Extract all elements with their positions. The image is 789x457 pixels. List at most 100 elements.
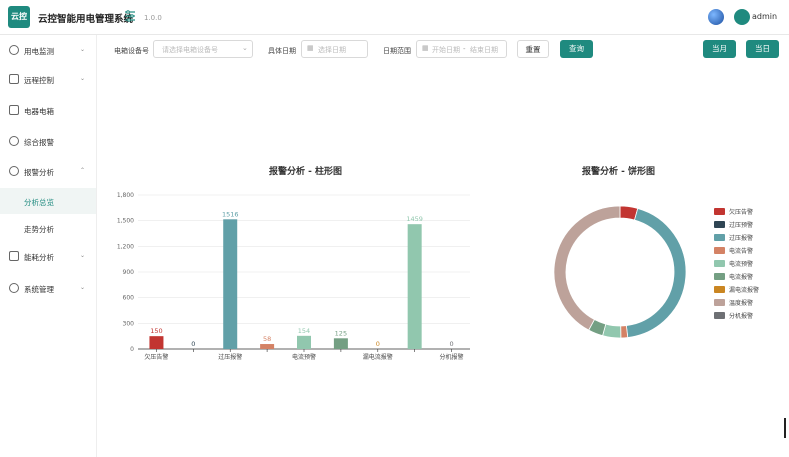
legend-swatch xyxy=(714,221,725,228)
legend-item[interactable]: 电流告警 xyxy=(714,245,784,256)
bar[interactable] xyxy=(333,338,348,349)
device-label: 电箱设备号 xyxy=(114,47,149,55)
chevron-down-icon: ⌄ xyxy=(80,252,86,259)
y-tick-label: 900 xyxy=(123,269,135,276)
alarm-icon xyxy=(9,136,19,146)
legend-item[interactable]: 分机报警 xyxy=(714,310,784,321)
sidebar: 用电监测 ⌄ 远程控制 ⌄ 电器电箱 综合报警 报警分析 ⌃ 分析总览 走势分析… xyxy=(0,35,97,457)
sidebar-item-devices[interactable]: 电器电箱 xyxy=(0,100,96,122)
legend-label: 过压报警 xyxy=(729,235,754,242)
bar-value-label: 0 xyxy=(191,340,195,348)
legend-item[interactable]: 欠压告警 xyxy=(714,206,784,217)
legend-swatch xyxy=(714,312,725,319)
monitor-icon xyxy=(9,45,19,55)
legend-swatch xyxy=(714,234,725,241)
sidebar-item-alarm-analysis[interactable]: 报警分析 ⌃ xyxy=(0,161,96,183)
date-range-picker[interactable]: ▦ 开始日期 - 结束日期 xyxy=(416,40,507,58)
legend-swatch xyxy=(714,299,725,306)
avatar[interactable] xyxy=(734,9,750,25)
y-tick-label: 300 xyxy=(123,320,135,327)
legend-label: 过压预警 xyxy=(729,222,754,229)
pie-chart xyxy=(553,205,687,339)
current-day-button[interactable]: 当日 xyxy=(746,40,779,58)
current-month-button[interactable]: 当月 xyxy=(703,40,736,58)
y-tick-label: 1,200 xyxy=(117,243,134,250)
query-button[interactable]: 查询 xyxy=(560,40,593,58)
chevron-down-icon: ⌄ xyxy=(80,284,86,291)
sidebar-item-alarm[interactable]: 综合报警 xyxy=(0,131,96,153)
calendar-icon: ▦ xyxy=(307,44,314,52)
bar[interactable] xyxy=(297,335,311,349)
reset-button[interactable]: 重置 xyxy=(517,40,549,58)
pie-chart-title: 报警分析 - 饼形图 xyxy=(582,167,656,177)
legend-item[interactable]: 电流预警 xyxy=(714,258,784,269)
date-label: 具体日期 xyxy=(268,47,296,55)
globe-icon[interactable] xyxy=(708,9,724,25)
username[interactable]: admin xyxy=(752,12,777,21)
legend-label: 分机报警 xyxy=(729,313,754,320)
legend-swatch xyxy=(714,286,725,293)
bar-value-label: 1459 xyxy=(406,215,423,223)
x-tick-label: 电流预警 xyxy=(292,353,316,361)
legend-label: 电流告警 xyxy=(729,248,754,255)
bar[interactable] xyxy=(223,219,238,349)
legend-swatch xyxy=(714,273,725,280)
analysis-icon xyxy=(9,166,19,176)
pie-slice[interactable] xyxy=(625,207,687,338)
bar-value-label: 0 xyxy=(376,340,380,348)
chevron-down-icon: ⌄ xyxy=(80,46,86,53)
bar-value-label: 150 xyxy=(150,327,162,335)
y-tick-label: 600 xyxy=(123,295,135,302)
device-icon xyxy=(9,105,19,115)
x-tick-label: 过压报警 xyxy=(218,353,242,361)
sidebar-subitem-trend[interactable]: 走势分析 xyxy=(0,215,96,241)
legend-item[interactable]: 漏电流报警 xyxy=(714,284,784,295)
pie-legend: 欠压告警过压预警过压报警电流告警电流预警电流报警漏电流报警温度报警分机报警 xyxy=(714,206,784,326)
settings-icon xyxy=(9,283,19,293)
bar-chart: 0 300 600 900 1,200 1,500 1,800 150 欠压告警 0 1516 过压报… xyxy=(117,192,470,361)
sidebar-item-power-monitor[interactable]: 用电监测 ⌄ xyxy=(0,40,96,62)
bar-chart-title: 报警分析 - 柱形图 xyxy=(269,167,343,177)
pie-slice[interactable] xyxy=(620,325,629,339)
legend-swatch xyxy=(714,260,725,267)
app-title: 云控智能用电管理系统 xyxy=(38,14,134,25)
x-tick-label: 漏电流报警 xyxy=(363,353,393,361)
legend-label: 电流报警 xyxy=(729,274,754,281)
chevron-down-icon: ⌄ xyxy=(80,75,86,82)
menu-toggle-icon[interactable] xyxy=(124,9,136,23)
y-tick-label: 1,800 xyxy=(117,192,134,199)
bar-value-label: 0 xyxy=(449,340,453,348)
bar-value-label: 125 xyxy=(335,329,347,337)
legend-item[interactable]: 过压预警 xyxy=(714,219,784,230)
legend-item[interactable]: 温度报警 xyxy=(714,297,784,308)
legend-item[interactable]: 电流报警 xyxy=(714,271,784,282)
x-tick-label: 欠压告警 xyxy=(144,353,168,361)
scrollbar-handle[interactable] xyxy=(784,418,786,438)
bar[interactable] xyxy=(260,344,275,349)
chevron-up-icon: ⌃ xyxy=(80,167,86,174)
sidebar-subitem-overview[interactable]: 分析总览 xyxy=(0,188,96,214)
y-tick-label: 0 xyxy=(130,346,134,353)
remote-control-icon xyxy=(9,74,19,84)
calendar-icon: ▦ xyxy=(422,44,429,52)
legend-label: 欠压告警 xyxy=(729,209,754,216)
pie-slice[interactable] xyxy=(553,205,621,331)
sidebar-item-system[interactable]: 系统管理 ⌄ xyxy=(0,278,96,300)
bar-value-label: 1516 xyxy=(222,210,239,218)
y-tick-label: 1,500 xyxy=(117,218,134,225)
bar[interactable] xyxy=(407,224,422,349)
app-logo: 云控 xyxy=(8,6,30,28)
bar-value-label: 154 xyxy=(298,327,310,335)
sidebar-item-remote-control[interactable]: 远程控制 ⌄ xyxy=(0,69,96,91)
app-version: 1.0.0 xyxy=(144,14,162,22)
legend-label: 温度报警 xyxy=(729,300,754,307)
chevron-down-icon: ⌄ xyxy=(242,44,248,52)
device-select[interactable]: 请选择电箱设备号 ⌄ xyxy=(153,40,253,58)
sidebar-item-energy[interactable]: 能耗分析 ⌄ xyxy=(0,246,96,268)
legend-label: 漏电流报警 xyxy=(729,287,760,294)
bar[interactable] xyxy=(149,336,164,349)
date-picker[interactable]: ▦ 选择日期 xyxy=(301,40,368,58)
legend-item[interactable]: 过压报警 xyxy=(714,232,784,243)
bar-value-label: 58 xyxy=(263,335,271,343)
energy-icon xyxy=(9,251,19,261)
